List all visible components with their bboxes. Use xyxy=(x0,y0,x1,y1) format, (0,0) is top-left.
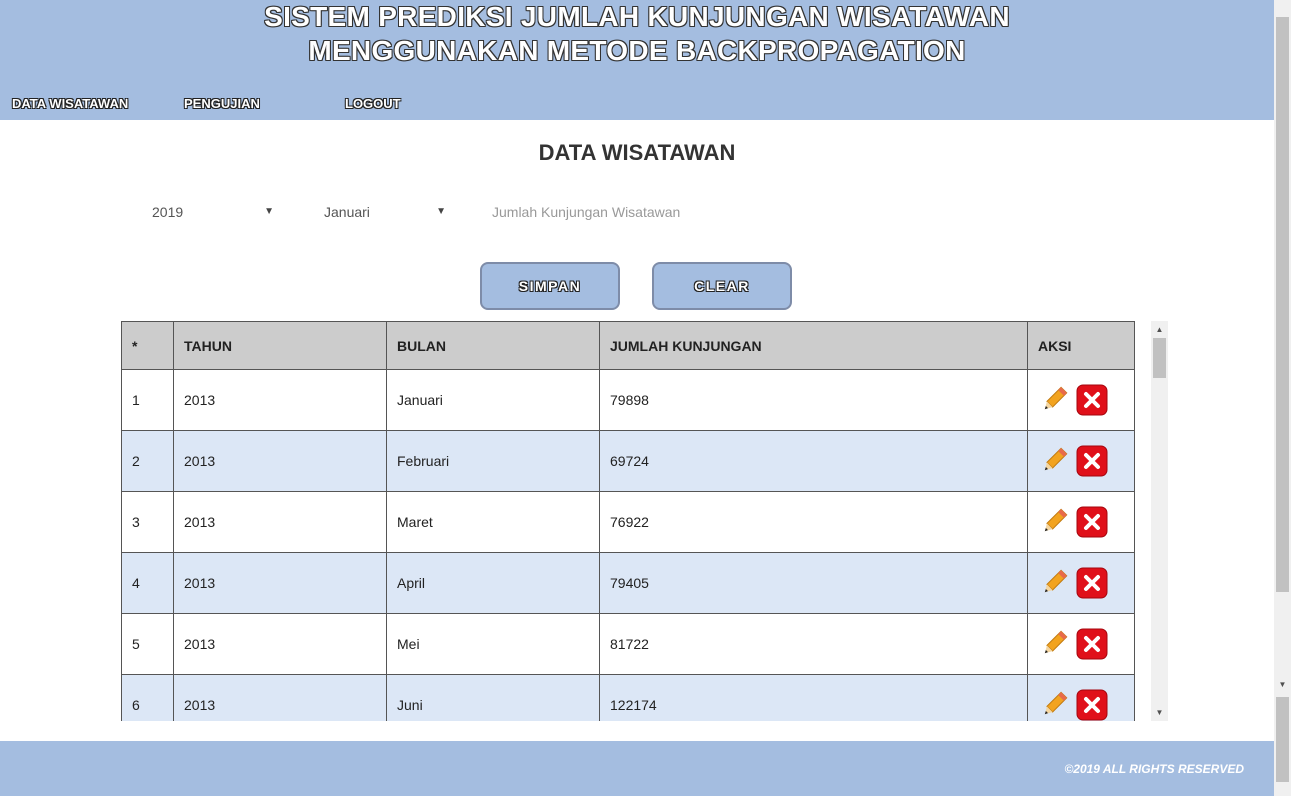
table-row: 4 2013 April 79405 xyxy=(121,552,1135,614)
row-actions xyxy=(1038,689,1124,721)
visitor-count-input[interactable]: Jumlah Kunjungan Wisatawan xyxy=(492,204,792,226)
visitor-table: * TAHUN BULAN JUMLAH KUNJUNGAN AKSI 1 201… xyxy=(121,321,1135,721)
delete-x-icon[interactable] xyxy=(1076,689,1108,721)
delete-x-icon[interactable] xyxy=(1076,445,1108,477)
nav-data-wisatawan[interactable]: DATA WISATAWAN xyxy=(12,96,128,111)
year-select[interactable]: 2019 ▼ xyxy=(152,204,274,226)
col-header-aksi: AKSI xyxy=(1027,321,1135,370)
cell-aksi xyxy=(1027,491,1135,553)
page-footer: ©2019 ALL RIGHTS RESERVED xyxy=(0,741,1274,796)
cell-no: 2 xyxy=(121,430,174,492)
page-title: DATA WISATAWAN xyxy=(538,140,736,165)
year-select-value: 2019 xyxy=(152,204,184,220)
dropdown-arrow-icon: ▼ xyxy=(436,206,446,217)
app-title-line-2: MENGGUNAKAN METODE BACKPROPAGATION xyxy=(308,35,966,66)
cell-tahun: 2013 xyxy=(173,613,387,675)
cell-no: 5 xyxy=(121,613,174,675)
cell-bulan: Januari xyxy=(386,369,600,431)
cell-tahun: 2013 xyxy=(173,552,387,614)
scroll-up-icon[interactable]: ▲ xyxy=(1151,321,1168,338)
cell-tahun: 2013 xyxy=(173,369,387,431)
col-header-no: * xyxy=(121,321,174,370)
visitor-table-container: * TAHUN BULAN JUMLAH KUNJUNGAN AKSI 1 201… xyxy=(121,321,1135,721)
cell-tahun: 2013 xyxy=(173,491,387,553)
delete-x-icon[interactable] xyxy=(1076,506,1108,538)
cell-no: 3 xyxy=(121,491,174,553)
table-row: 2 2013 Februari 69724 xyxy=(121,430,1135,492)
delete-x-icon[interactable] xyxy=(1076,384,1108,416)
edit-pencil-icon[interactable] xyxy=(1038,384,1070,416)
row-actions xyxy=(1038,445,1124,477)
delete-x-icon[interactable] xyxy=(1076,567,1108,599)
cell-bulan: Juni xyxy=(386,674,600,721)
table-header-row: * TAHUN BULAN JUMLAH KUNJUNGAN AKSI xyxy=(121,321,1135,370)
row-actions xyxy=(1038,506,1124,538)
edit-pencil-icon[interactable] xyxy=(1038,445,1070,477)
month-select[interactable]: Januari ▼ xyxy=(324,204,446,226)
cell-tahun: 2013 xyxy=(173,430,387,492)
cell-jumlah: 76922 xyxy=(599,491,1028,553)
table-scrollbar[interactable]: ▲ ▼ xyxy=(1151,321,1168,721)
cell-jumlah: 69724 xyxy=(599,430,1028,492)
cell-jumlah: 81722 xyxy=(599,613,1028,675)
table-row: 3 2013 Maret 76922 xyxy=(121,491,1135,553)
clear-button[interactable]: CLEAR xyxy=(652,262,792,310)
dropdown-arrow-icon: ▼ xyxy=(264,206,274,217)
page-header: SISTEM PREDIKSI JUMLAH KUNJUNGAN WISATAW… xyxy=(0,0,1274,120)
cell-bulan: April xyxy=(386,552,600,614)
row-actions xyxy=(1038,384,1124,416)
cell-aksi xyxy=(1027,369,1135,431)
delete-x-icon[interactable] xyxy=(1076,628,1108,660)
cell-jumlah: 122174 xyxy=(599,674,1028,721)
app-title: SISTEM PREDIKSI JUMLAH KUNJUNGAN WISATAW… xyxy=(0,0,1274,68)
cell-bulan: Februari xyxy=(386,430,600,492)
table-row: 1 2013 Januari 79898 xyxy=(121,369,1135,431)
cell-aksi xyxy=(1027,552,1135,614)
visitor-count-placeholder: Jumlah Kunjungan Wisatawan xyxy=(492,204,681,220)
edit-pencil-icon[interactable] xyxy=(1038,506,1070,538)
app-title-line-1: SISTEM PREDIKSI JUMLAH KUNJUNGAN WISATAW… xyxy=(264,1,1010,32)
nav-logout[interactable]: LOGOUT xyxy=(345,96,401,111)
save-button[interactable]: SIMPAN xyxy=(480,262,620,310)
col-header-jumlah: JUMLAH KUNJUNGAN xyxy=(599,321,1028,370)
cell-jumlah: 79405 xyxy=(599,552,1028,614)
table-row: 5 2013 Mei 81722 xyxy=(121,613,1135,675)
table-row: 6 2013 Juni 122174 xyxy=(121,674,1135,721)
page-scroll-thumb-lower[interactable] xyxy=(1276,697,1289,782)
col-header-tahun: TAHUN xyxy=(173,321,387,370)
edit-pencil-icon[interactable] xyxy=(1038,689,1070,721)
cell-aksi xyxy=(1027,613,1135,675)
edit-pencil-icon[interactable] xyxy=(1038,628,1070,660)
cell-bulan: Maret xyxy=(386,491,600,553)
nav-pengujian[interactable]: PENGUJIAN xyxy=(184,96,260,111)
cell-no: 6 xyxy=(121,674,174,721)
row-actions xyxy=(1038,567,1124,599)
col-header-bulan: BULAN xyxy=(386,321,600,370)
scroll-down-icon[interactable]: ▼ xyxy=(1274,676,1291,693)
cell-tahun: 2013 xyxy=(173,674,387,721)
cell-bulan: Mei xyxy=(386,613,600,675)
scroll-down-icon[interactable]: ▼ xyxy=(1151,704,1168,721)
page-scroll-thumb[interactable] xyxy=(1276,17,1289,592)
cell-no: 4 xyxy=(121,552,174,614)
cell-jumlah: 79898 xyxy=(599,369,1028,431)
table-scroll-thumb[interactable] xyxy=(1153,338,1166,378)
cell-no: 1 xyxy=(121,369,174,431)
cell-aksi xyxy=(1027,674,1135,721)
row-actions xyxy=(1038,628,1124,660)
edit-pencil-icon[interactable] xyxy=(1038,567,1070,599)
month-select-value: Januari xyxy=(324,204,370,220)
copyright-text: ©2019 ALL RIGHTS RESERVED xyxy=(1064,762,1244,776)
cell-aksi xyxy=(1027,430,1135,492)
page-scrollbar[interactable]: ▼ xyxy=(1274,0,1291,796)
